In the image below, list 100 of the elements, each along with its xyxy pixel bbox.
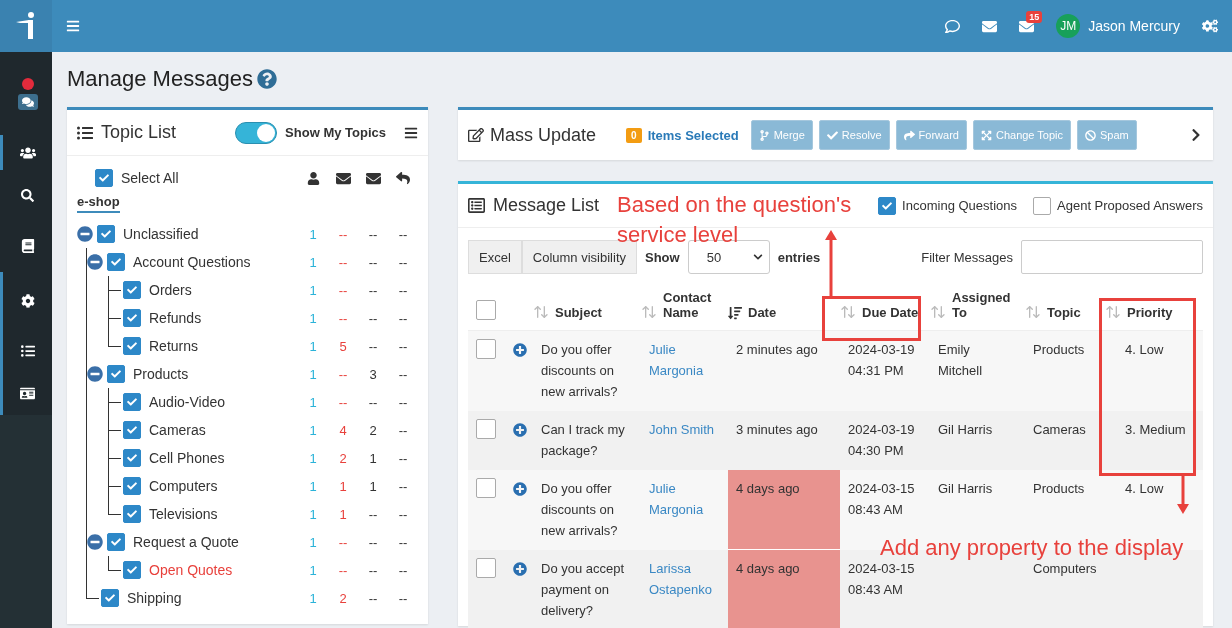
table-cell: Cameras [1025,411,1105,470]
topic-count: -- [337,394,349,410]
topic-count: -- [397,450,409,466]
notification-badge: 15 [1026,10,1043,23]
topic-count: 5 [338,338,348,354]
select-all-label[interactable]: Select All [121,170,298,186]
topic-count: 4 [338,422,348,438]
topic-count: -- [397,534,409,550]
topic-label[interactable]: Audio-Video [149,394,298,410]
topic-count: -- [367,310,379,326]
topic-count: -- [397,366,409,382]
toggle-label: Show My Topics [285,125,386,140]
topic-label[interactable]: Computers [149,478,298,494]
topic-count: 1 [308,478,318,494]
table-cell: Do you accept payment on delivery? [533,550,641,628]
table-cell: 4. Low [1105,331,1203,411]
table-cell: Emily Mitchell [930,331,1025,411]
group-tab[interactable]: e-shop [77,194,120,213]
topic-count: -- [367,226,379,242]
topic-label[interactable]: Returns [149,338,298,354]
topic-label[interactable]: Refunds [149,310,298,326]
topic-count: -- [397,226,409,242]
topic-count: -- [397,282,409,298]
topic-count: -- [337,366,349,382]
selected-label: Items Selected [647,127,739,143]
topic-count: -- [397,310,409,326]
topic-count: -- [397,590,409,606]
table-cell: 4 days ago [728,550,840,628]
topic-label[interactable]: Products [133,366,298,382]
topic-label[interactable]: Cell Phones [149,450,298,466]
filter-label[interactable]: Agent Proposed Answers [1057,198,1203,213]
table-cell: 3. Medium [1105,411,1203,470]
topic-count: -- [397,254,409,270]
table-cell: Gil Harris [930,411,1025,470]
topic-count: -- [397,506,409,522]
page-title: Manage Messages [67,66,253,92]
topic-count: 1 [308,534,318,550]
topic-count: -- [367,338,379,354]
topic-count: 1 [308,282,318,298]
table-cell: 4 days ago [728,470,840,550]
table-cell: Can I track my package? [533,411,641,470]
topic-count: -- [337,282,349,298]
table-cell: 2024-03-19 04:31 PM [840,331,930,411]
filter-label[interactable]: Incoming Questions [902,198,1017,213]
export-button[interactable]: Excel [468,240,522,274]
topic-count: 2 [338,450,348,466]
panel-title: Topic List [101,122,178,143]
topic-count: 3 [368,366,378,382]
topic-count: -- [367,590,379,606]
user-name[interactable]: Jason Mercury [1088,18,1180,34]
table-cell: Do you offer discounts on new arrivals? [533,470,641,550]
table-cell: 2 minutes ago [728,331,840,411]
topic-label[interactable]: Request a Quote [133,534,298,550]
topic-label[interactable]: Cameras [149,422,298,438]
topic-label[interactable]: Open Quotes [149,562,298,578]
contact-link[interactable]: John Smith [641,411,728,470]
topic-count: -- [337,310,349,326]
contact-link[interactable]: Julie Margonia [641,470,728,550]
topic-count: -- [397,478,409,494]
entries-label: entries [777,249,821,265]
topic-count: -- [397,422,409,438]
table-cell: 2024-03-19 04:30 PM [840,411,930,470]
topic-count: 1 [308,506,318,522]
topic-count: -- [367,254,379,270]
count-badge: 0 [626,127,642,143]
topic-label[interactable]: Televisions [149,506,298,522]
topic-count: -- [337,534,349,550]
topic-count: 1 [368,450,378,466]
table-cell: Products [1025,331,1105,411]
topic-label[interactable]: Account Questions [133,254,298,270]
table-cell: 3 minutes ago [728,411,840,470]
topic-count: 1 [338,506,348,522]
topic-count: 1 [308,590,318,606]
panel-title: Mass Update [490,124,597,146]
topic-count: 1 [308,254,318,270]
topic-count: 1 [308,394,318,410]
topic-label[interactable]: Shipping [127,590,298,606]
table-cell: Do you offer discounts on new arrivals? [533,331,641,411]
topic-count: 1 [368,478,378,494]
filter-label: Filter Messages [921,249,1013,265]
topic-count: -- [337,226,349,242]
topic-count: -- [367,506,379,522]
topic-count: 1 [308,338,318,354]
show-label: Show [645,249,680,265]
topic-count: -- [397,338,409,354]
topic-count: -- [367,562,379,578]
topic-count: 1 [308,366,318,382]
topic-count: 1 [308,422,318,438]
contact-link[interactable]: Larissa Ostapenko [641,550,728,628]
topic-label[interactable]: Orders [149,282,298,298]
topic-count: 1 [308,310,318,326]
panel-title: Message List [493,195,600,216]
topic-count: 2 [368,422,378,438]
topic-count: -- [367,534,379,550]
topic-count: 1 [308,450,318,466]
topic-label[interactable]: Unclassified [123,226,298,242]
topic-count: -- [397,562,409,578]
topic-count: -- [337,254,349,270]
contact-link[interactable]: Julie Margonia [641,331,728,411]
topic-count: -- [337,562,349,578]
